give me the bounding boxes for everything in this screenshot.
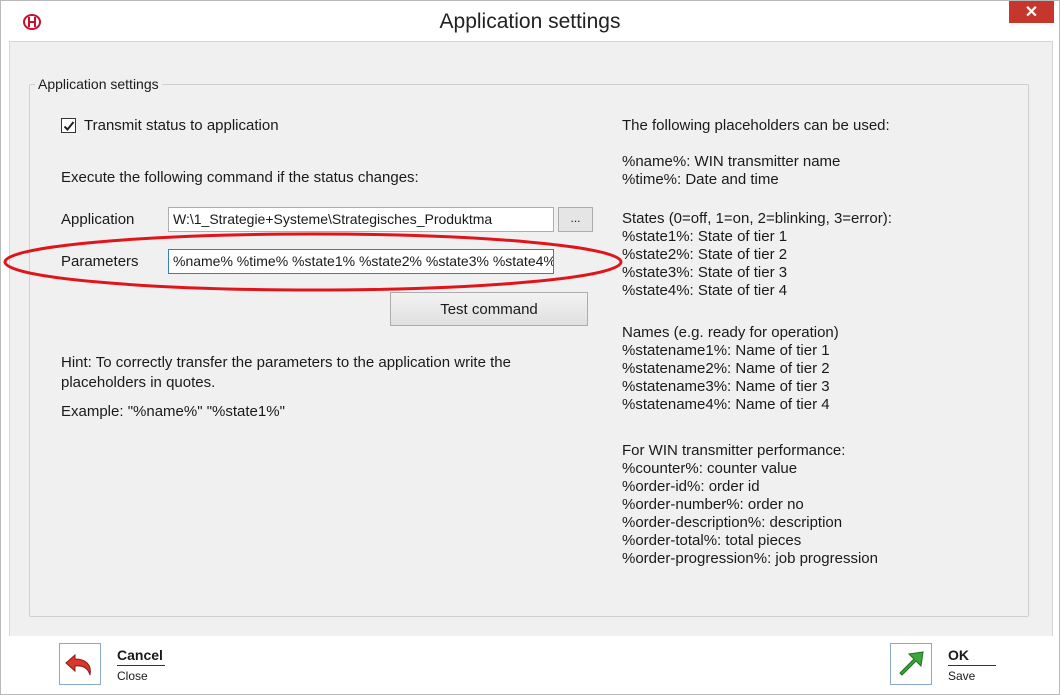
execute-command-label: Execute the following command if the sta… <box>61 169 419 186</box>
placeholder-line: %statename3%: Name of tier 3 <box>622 378 830 395</box>
ok-button[interactable]: OK Save <box>890 643 996 685</box>
placeholder-section-title: States (0=off, 1=on, 2=blinking, 3=error… <box>622 210 892 227</box>
placeholders-states: States (0=off, 1=on, 2=blinking, 3=error… <box>622 210 892 300</box>
cancel-title: Cancel <box>117 647 165 666</box>
checkmark-icon <box>63 120 74 131</box>
placeholder-section-title: For WIN transmitter performance: <box>622 442 846 459</box>
transmit-status-checkbox-row[interactable]: Transmit status to application <box>61 117 279 134</box>
transmit-status-label: Transmit status to application <box>84 117 279 134</box>
placeholder-line: %order-number%: order no <box>622 496 804 513</box>
cancel-text: Cancel Close <box>117 647 165 683</box>
parameters-input[interactable]: %name% %time% %state1% %state2% %state3%… <box>168 249 554 274</box>
window-title: Application settings <box>439 10 621 33</box>
cancel-subtitle: Close <box>117 669 148 683</box>
placeholder-line: %counter%: counter value <box>622 460 798 477</box>
ok-text: OK Save <box>948 647 996 683</box>
application-path-input[interactable]: W:\1_Strategie+Systeme\Strategisches_Pro… <box>168 207 554 232</box>
placeholder-line: %order-progression%: job progression <box>622 550 878 567</box>
placeholder-line: %statename2%: Name of tier 2 <box>622 360 830 377</box>
placeholder-line: %state3%: State of tier 3 <box>622 264 788 281</box>
ok-subtitle: Save <box>948 669 976 683</box>
placeholder-line: %state4%: State of tier 4 <box>622 282 788 299</box>
ok-title: OK <box>948 647 996 666</box>
cancel-icon-box[interactable] <box>59 643 101 685</box>
placeholders-intro: The following placeholders can be used: <box>622 117 890 134</box>
placeholder-line: %time%: Date and time <box>622 171 779 188</box>
cancel-button[interactable]: Cancel Close <box>59 643 165 685</box>
placeholder-line: %order-total%: total pieces <box>622 532 802 549</box>
placeholders-general: %name%: WIN transmitter name %time%: Dat… <box>622 153 840 189</box>
parameters-label: Parameters <box>61 253 139 270</box>
undo-arrow-icon <box>65 653 91 676</box>
placeholder-section-title: Names (e.g. ready for operation) <box>622 324 839 341</box>
placeholder-line: %name%: WIN transmitter name <box>622 153 841 170</box>
ok-icon-box[interactable] <box>890 643 932 685</box>
settings-groupbox <box>29 84 1029 617</box>
placeholder-line: %state1%: State of tier 1 <box>622 228 788 245</box>
settings-window: Application settings ✕ Application setti… <box>0 0 1060 695</box>
placeholders-names: Names (e.g. ready for operation) %staten… <box>622 324 839 414</box>
title-bar: Application settings ✕ <box>1 1 1059 41</box>
placeholders-performance: For WIN transmitter performance: %counte… <box>622 442 878 568</box>
transmit-status-checkbox[interactable] <box>61 118 76 133</box>
close-button[interactable]: ✕ <box>1009 1 1054 23</box>
groupbox-legend: Application settings <box>35 76 162 92</box>
example-text: Example: "%name%" "%state1%" <box>61 403 285 420</box>
placeholder-line: %order-description%: description <box>622 514 843 531</box>
up-right-arrow-icon <box>899 651 924 676</box>
placeholder-line: %order-id%: order id <box>622 478 760 495</box>
hint-text: Hint: To correctly transfer the paramete… <box>61 354 511 391</box>
application-label: Application <box>61 211 135 228</box>
placeholder-line: %state2%: State of tier 2 <box>622 246 788 263</box>
placeholder-line: %statename4%: Name of tier 4 <box>622 396 830 413</box>
placeholder-line: %statename1%: Name of tier 1 <box>622 342 830 359</box>
close-icon: ✕ <box>1024 4 1039 21</box>
test-command-button[interactable]: Test command <box>390 292 588 326</box>
browse-button[interactable]: ... <box>558 207 593 232</box>
